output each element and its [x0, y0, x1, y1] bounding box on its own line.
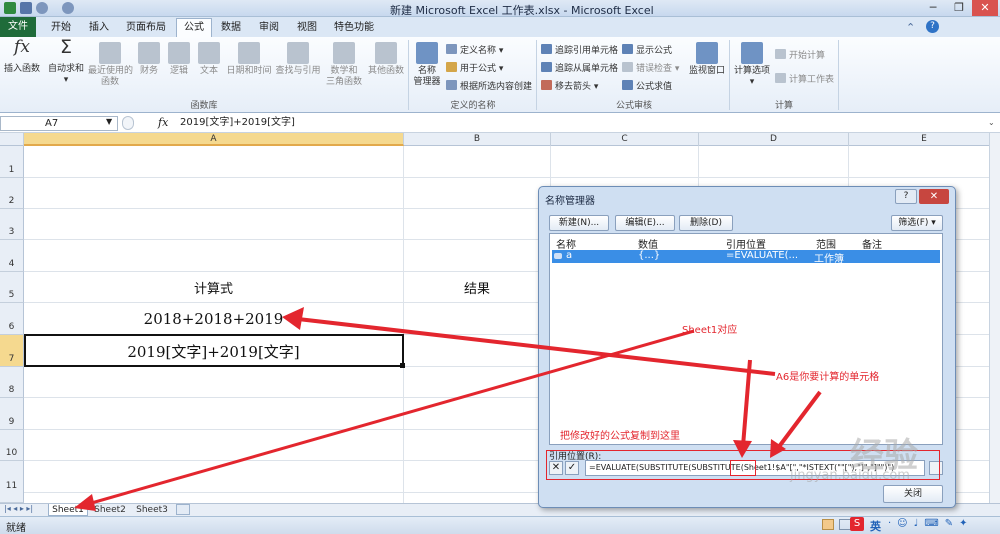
- arrow-to-sheet-ref: [741, 359, 752, 447]
- arrow-to-a6: [297, 317, 776, 376]
- arrow-head: [733, 440, 752, 458]
- arrow-head: [74, 494, 96, 511]
- arrow-head: [282, 307, 304, 330]
- arrow-to-cell-ref: [776, 390, 822, 450]
- watermark-url: jingyan.baidu.com: [790, 468, 910, 483]
- arrow-to-sheet1: [87, 329, 695, 506]
